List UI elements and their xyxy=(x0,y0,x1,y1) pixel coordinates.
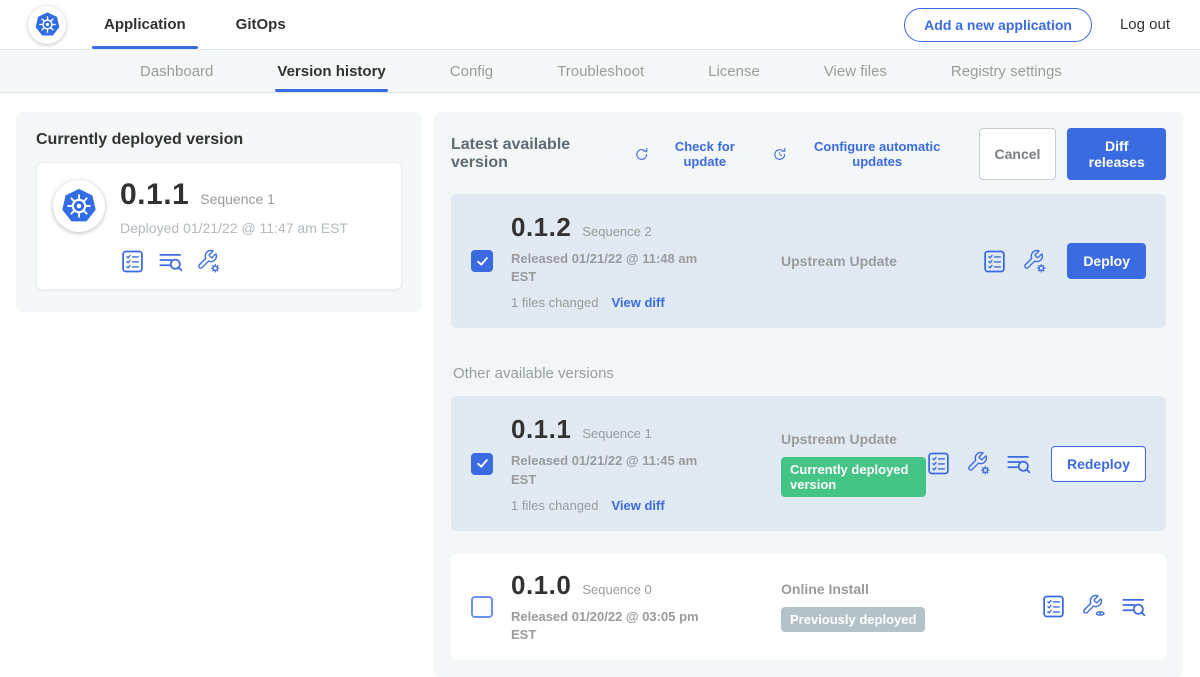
source-label: Upstream Update xyxy=(781,253,982,269)
version-actions xyxy=(1041,594,1146,619)
source-label: Upstream Update xyxy=(781,431,926,447)
deploy-button[interactable]: Deploy xyxy=(1067,243,1146,279)
deployed-version-card: 0.1.1 Sequence 1 Deployed 01/21/22 @ 11:… xyxy=(36,162,402,290)
app-sub-nav: Dashboard Version history Config Trouble… xyxy=(0,49,1200,93)
deployed-action-icons xyxy=(120,249,348,274)
files-changed-label: 1 files changed xyxy=(511,295,598,310)
checklist-icon[interactable] xyxy=(1041,594,1066,619)
deployed-timestamp: Deployed 01/21/22 @ 11:47 am EST xyxy=(120,220,348,236)
sequence-label: Sequence 1 xyxy=(582,426,651,441)
currently-deployed-badge: Currently deployed version xyxy=(781,457,926,497)
version-checkbox[interactable] xyxy=(471,453,493,475)
version-info: 0.1.1 Sequence 1 Released 01/21/22 @ 11:… xyxy=(511,414,729,512)
header-buttons: Cancel Diff releases xyxy=(979,128,1167,180)
version-source: Upstream Update xyxy=(729,253,982,269)
schedule-icon xyxy=(772,146,788,163)
tab-config[interactable]: Config xyxy=(450,50,493,92)
kubernetes-app-icon xyxy=(53,180,105,232)
tab-license[interactable]: License xyxy=(708,50,760,92)
version-source: Online Install Previously deployed xyxy=(729,581,1041,632)
available-panel-title: Latest available version xyxy=(451,136,617,172)
version-row: 0.1.1 Sequence 1 Released 01/21/22 @ 11:… xyxy=(451,396,1166,530)
tab-application[interactable]: Application xyxy=(100,0,190,49)
previously-deployed-badge: Previously deployed xyxy=(781,607,925,632)
top-nav-right: Add a new application Log out xyxy=(904,8,1170,42)
wrench-gear-icon[interactable] xyxy=(196,249,221,274)
tab-gitops[interactable]: GitOps xyxy=(232,0,290,49)
kubernetes-logo xyxy=(28,6,66,44)
logs-icon[interactable] xyxy=(1121,594,1146,619)
checklist-icon[interactable] xyxy=(982,249,1007,274)
version-row: 0.1.0 Sequence 0 Released 01/20/22 @ 03:… xyxy=(451,554,1166,660)
checklist-icon[interactable] xyxy=(926,451,951,476)
logs-icon[interactable] xyxy=(1006,451,1031,476)
app-nav-tabs: Application GitOps xyxy=(100,0,290,49)
deployed-sequence-label: Sequence 1 xyxy=(200,191,275,207)
view-diff-link[interactable]: View diff xyxy=(611,498,664,513)
refresh-icon xyxy=(634,146,650,163)
configure-automatic-updates-link[interactable]: Configure automatic updates xyxy=(772,139,959,169)
version-actions: Redeploy xyxy=(926,446,1146,482)
version-row: 0.1.2 Sequence 2 Released 01/21/22 @ 11:… xyxy=(451,194,1166,328)
version-info: 0.1.0 Sequence 0 Released 01/20/22 @ 03:… xyxy=(511,570,729,644)
check-for-update-link[interactable]: Check for update xyxy=(634,139,754,169)
version-number: 0.1.1 xyxy=(511,414,571,445)
available-panel-header: Latest available version Check for updat… xyxy=(451,128,1166,180)
other-versions-title: Other available versions xyxy=(453,365,1164,382)
source-label: Online Install xyxy=(781,581,1041,597)
released-timestamp: Released 01/21/22 @ 11:45 am EST xyxy=(511,452,701,488)
sequence-label: Sequence 0 xyxy=(582,582,651,597)
deployed-panel-title: Currently deployed version xyxy=(36,131,402,149)
version-checkbox[interactable] xyxy=(471,596,493,618)
currently-deployed-panel: Currently deployed version 0.1.1 Sequenc… xyxy=(16,112,422,312)
version-source: Upstream Update Currently deployed versi… xyxy=(729,431,926,497)
tab-troubleshoot[interactable]: Troubleshoot xyxy=(557,50,644,92)
tab-version-history[interactable]: Version history xyxy=(277,50,385,92)
wrench-eye-icon[interactable] xyxy=(1081,594,1106,619)
released-timestamp: Released 01/21/22 @ 11:48 am EST xyxy=(511,250,701,286)
add-application-button[interactable]: Add a new application xyxy=(904,8,1092,42)
wrench-gear-icon[interactable] xyxy=(1022,249,1047,274)
deployed-version-info: 0.1.1 Sequence 1 Deployed 01/21/22 @ 11:… xyxy=(120,178,348,274)
sequence-label: Sequence 2 xyxy=(582,224,651,239)
view-diff-link[interactable]: View diff xyxy=(611,295,664,310)
released-timestamp: Released 01/20/22 @ 03:05 pm EST xyxy=(511,608,701,644)
files-changed-label: 1 files changed xyxy=(511,498,598,513)
tab-registry-settings[interactable]: Registry settings xyxy=(951,50,1062,92)
wrench-gear-icon[interactable] xyxy=(966,451,991,476)
logs-icon[interactable] xyxy=(158,249,183,274)
main-content: Currently deployed version 0.1.1 Sequenc… xyxy=(0,93,1200,677)
tab-dashboard[interactable]: Dashboard xyxy=(140,50,213,92)
available-versions-panel: Latest available version Check for updat… xyxy=(434,112,1183,677)
version-checkbox[interactable] xyxy=(471,250,493,272)
version-actions: Deploy xyxy=(982,243,1146,279)
version-number: 0.1.2 xyxy=(511,212,571,243)
cancel-button[interactable]: Cancel xyxy=(979,128,1057,180)
redeploy-button[interactable]: Redeploy xyxy=(1051,446,1146,482)
version-info: 0.1.2 Sequence 2 Released 01/21/22 @ 11:… xyxy=(511,212,729,310)
diff-releases-button[interactable]: Diff releases xyxy=(1067,128,1166,180)
deployed-version-number: 0.1.1 xyxy=(120,178,189,212)
version-number: 0.1.0 xyxy=(511,570,571,601)
logout-link[interactable]: Log out xyxy=(1120,16,1170,33)
checklist-icon[interactable] xyxy=(120,249,145,274)
tab-view-files[interactable]: View files xyxy=(824,50,887,92)
top-nav: Application GitOps Add a new application… xyxy=(0,0,1200,49)
